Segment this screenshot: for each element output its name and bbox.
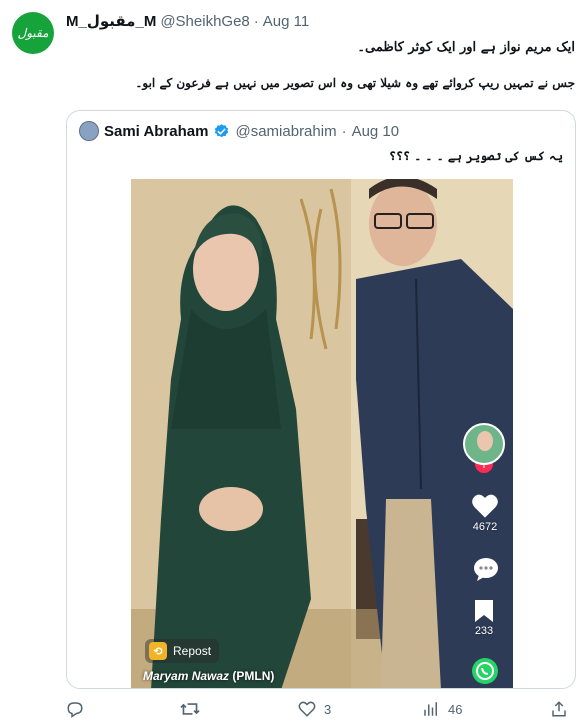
- tweet-header: M_مقبول_M @SheikhGe8 · Aug 11: [66, 12, 309, 30]
- author-avatar[interactable]: مقبول: [12, 12, 54, 54]
- heart-outline-icon: [298, 701, 316, 717]
- whatsapp-share-button[interactable]: [471, 657, 499, 685]
- tweet-text-line-2: جس نے تمہیں ریپ کروائے تھے وہ شیلا تھی و…: [135, 76, 575, 90]
- like-button[interactable]: 3: [298, 700, 331, 718]
- video-scene-illustration: [131, 179, 513, 688]
- video-bookmark-count: 233: [474, 625, 494, 637]
- author-display-name[interactable]: M_مقبول_M: [66, 12, 156, 30]
- repost-icon: ⟲: [149, 642, 167, 660]
- views-button[interactable]: 46: [422, 700, 462, 718]
- heart-icon: [472, 494, 498, 518]
- repost-label: Repost: [173, 644, 212, 658]
- header-separator: ·: [253, 13, 259, 30]
- bookmark-icon: [475, 600, 493, 622]
- creator-avatar: [463, 423, 505, 465]
- retweet-icon: [180, 703, 200, 715]
- quoted-tweet-date[interactable]: Aug 10: [352, 123, 400, 140]
- quoted-tweet-text: یہ کس کی تصویر ہے ۔ ۔ ۔ ؟؟؟: [388, 149, 563, 163]
- tweet-text-line-1: ایک مریم نواز ہے اور ایک کوثر کاظمی۔: [357, 40, 575, 55]
- views-chart-icon: [424, 702, 437, 716]
- quoted-video[interactable]: + 4672 233: [131, 179, 513, 688]
- author-handle[interactable]: @SheikhGe8: [160, 13, 249, 30]
- quoted-author-avatar[interactable]: [79, 121, 99, 141]
- video-caption: Maryam Nawaz (PMLN): [143, 669, 274, 683]
- views-count: 46: [448, 701, 463, 717]
- tweet-action-bar: 3 46: [66, 700, 576, 724]
- video-caption-party: (PMLN): [232, 669, 275, 683]
- retweet-button[interactable]: [180, 700, 208, 718]
- avatar-text: مقبول: [17, 26, 49, 40]
- reply-icon: [67, 702, 83, 718]
- reply-button[interactable]: [66, 700, 92, 718]
- quoted-tweet[interactable]: Sami Abraham @samiabrahim · Aug 10 یہ کس…: [66, 110, 576, 689]
- bookmark-video-button[interactable]: 233: [474, 599, 494, 637]
- share-button[interactable]: [550, 700, 568, 718]
- quoted-author-handle[interactable]: @samiabrahim: [235, 123, 336, 140]
- share-icon: [552, 701, 566, 717]
- video-caption-name: Maryam Nawaz: [143, 669, 230, 683]
- quoted-tweet-header: Sami Abraham @samiabrahim · Aug 10: [79, 121, 399, 141]
- creator-profile-button[interactable]: +: [463, 423, 505, 473]
- like-video-button[interactable]: 4672: [471, 493, 499, 533]
- tweet-date[interactable]: Aug 11: [263, 13, 309, 30]
- video-like-count: 4672: [472, 521, 498, 533]
- quoted-author-display-name[interactable]: Sami Abraham: [104, 123, 208, 140]
- quoted-header-separator: ·: [341, 122, 347, 140]
- repost-tag[interactable]: ⟲ Repost: [145, 639, 220, 663]
- like-count: 3: [324, 701, 332, 717]
- whatsapp-icon: [472, 658, 498, 684]
- comment-video-button[interactable]: [473, 557, 499, 581]
- verified-badge-icon: [215, 123, 229, 137]
- comment-bubble-icon: [474, 558, 498, 581]
